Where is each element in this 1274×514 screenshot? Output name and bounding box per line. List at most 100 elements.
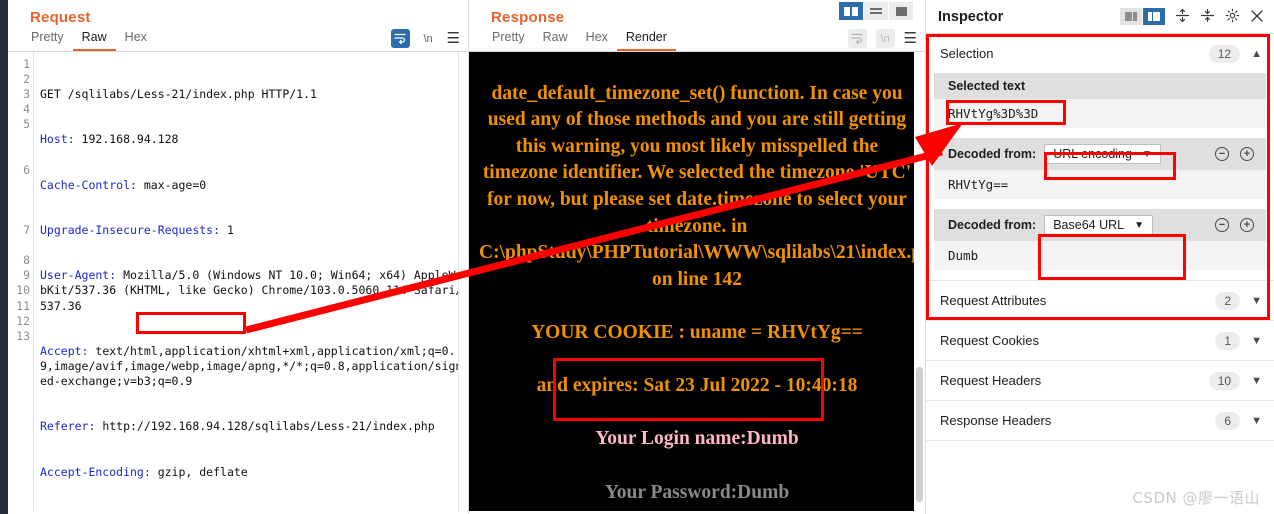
expand-all-icon[interactable] xyxy=(1175,8,1190,25)
chevron-up-icon[interactable]: ▲ xyxy=(1251,48,1262,60)
request-cookies-row[interactable]: Request Cookies 1 ▼ xyxy=(926,321,1274,360)
selected-text-label: Selected text xyxy=(948,79,1026,93)
response-headers-label: Response Headers xyxy=(940,413,1052,428)
request-cookies-label: Request Cookies xyxy=(940,333,1039,348)
inspector-section-selection: Selection 12 ▲ Selected text RHVtYg%3D%3… xyxy=(926,34,1274,281)
add-decoder-icon[interactable]: + xyxy=(1240,147,1254,161)
add-decoder-icon[interactable]: + xyxy=(1240,218,1254,232)
response-render-area[interactable]: date_default_timezone_set() function. In… xyxy=(469,52,925,511)
chevron-down-icon: ▼ xyxy=(1141,148,1152,160)
response-panel: Response Pretty Raw Hex Render \n ☰ date… xyxy=(468,0,925,514)
gutter-numbers: 12345 6 7 8 9 10 11 12 13 xyxy=(16,57,30,343)
remove-decoder-icon[interactable]: − xyxy=(1215,147,1229,161)
chevron-down-icon[interactable]: ▼ xyxy=(1251,295,1262,307)
gear-icon[interactable] xyxy=(1225,8,1240,25)
request-line-6: Accept: text/html,application/xhtml+xml,… xyxy=(40,343,463,388)
burp-suite-window: Request Pretty Raw Hex \n ☰ 12345 6 7 89… xyxy=(0,0,1274,514)
decoder-1-header: Decoded from: URL encoding ▼ − + xyxy=(934,138,1266,170)
response-tab-hex[interactable]: Hex xyxy=(577,27,617,51)
decoder-2-value[interactable]: Dumb xyxy=(934,241,1266,270)
wrap-lines-icon[interactable] xyxy=(847,29,867,48)
close-icon[interactable] xyxy=(1250,9,1264,25)
request-tab-pretty[interactable]: Pretty xyxy=(22,27,73,51)
request-raw-text[interactable]: GET /sqlilabs/Less-21/index.php HTTP/1.1… xyxy=(34,52,468,511)
request-attributes-row[interactable]: Request Attributes 2 ▼ xyxy=(926,281,1274,320)
decoder-1-encoding-value: URL encoding xyxy=(1053,147,1132,161)
single-pane-icon[interactable] xyxy=(889,2,913,20)
chevron-down-icon: ▼ xyxy=(1134,219,1144,231)
decoder-2-header: Decoded from: Base64 URL ▼ − + xyxy=(934,209,1266,241)
left-rail xyxy=(0,0,8,514)
request-scrollbar[interactable] xyxy=(458,52,468,511)
split-vertical-icon[interactable] xyxy=(839,2,863,20)
decoder-2-actions: − + xyxy=(1215,218,1254,232)
inspector-section-request-cookies[interactable]: Request Cookies 1 ▼ xyxy=(926,321,1274,361)
chevron-down-icon[interactable]: ▼ xyxy=(1251,415,1262,427)
inspector-section-request-attributes[interactable]: Request Attributes 2 ▼ xyxy=(926,281,1274,321)
request-attributes-count: 2 xyxy=(1215,291,1241,310)
watermark: CSDN @廖一语山 xyxy=(1132,489,1260,507)
login-name-text: Your Login name:Dumb xyxy=(595,428,799,450)
request-headers-count: 10 xyxy=(1208,371,1241,390)
inspector-header: Inspector xyxy=(926,0,1274,34)
newline-icon[interactable]: \n xyxy=(419,29,438,48)
response-layout-icons xyxy=(839,2,913,20)
request-line-7: Referer: http://192.168.94.128/sqlilabs/… xyxy=(40,419,435,434)
layout-right-icon[interactable] xyxy=(1143,8,1165,25)
selection-count-badge: 12 xyxy=(1208,44,1241,63)
request-attributes-label: Request Attributes xyxy=(940,293,1047,308)
request-headers-row[interactable]: Request Headers 10 ▼ xyxy=(926,361,1274,400)
request-tab-icons: \n ☰ xyxy=(390,29,460,48)
decoder-1-actions: − + xyxy=(1215,147,1254,161)
decoder-2-encoding-select[interactable]: Base64 URL ▼ xyxy=(1044,215,1153,235)
request-line-8: Accept-Encoding: gzip, deflate xyxy=(40,464,248,479)
rendered-page-content: date_default_timezone_set() function. In… xyxy=(479,52,925,511)
php-warning-text: date_default_timezone_set() function. In… xyxy=(479,82,925,290)
hamburger-menu-icon[interactable]: ☰ xyxy=(447,31,460,46)
request-code-area[interactable]: 12345 6 7 8 9 10 11 12 13 GET /sqlilabs/Less-… xyxy=(8,52,468,511)
decoder-1-encoding-select[interactable]: URL encoding ▼ xyxy=(1044,144,1161,164)
decoded-from-label: Decoded from: xyxy=(948,218,1037,232)
request-line-gutter: 12345 6 7 8 9 10 11 12 13 xyxy=(8,52,34,511)
request-cookies-count: 1 xyxy=(1215,331,1241,350)
inspector-title: Inspector xyxy=(938,8,1004,25)
request-tab-raw[interactable]: Raw xyxy=(72,27,116,51)
request-line-1: GET /sqlilabs/Less-21/index.php HTTP/1.1 xyxy=(40,87,317,102)
request-line-2: Host: 192.168.94.128 xyxy=(40,132,179,147)
wrap-lines-icon[interactable] xyxy=(390,29,410,48)
hamburger-menu-icon[interactable]: ☰ xyxy=(904,31,917,46)
request-tab-hex[interactable]: Hex xyxy=(116,27,156,51)
collapse-all-icon[interactable] xyxy=(1200,8,1215,25)
layout-left-icon[interactable] xyxy=(1120,8,1142,25)
response-scrollbar-thumb[interactable] xyxy=(916,367,923,502)
decoded-from-label: Decoded from: xyxy=(948,147,1037,161)
split-horizontal-icon[interactable] xyxy=(864,2,888,20)
chevron-down-icon[interactable]: ▼ xyxy=(1251,375,1262,387)
selection-header-row[interactable]: Selection 12 ▲ xyxy=(926,34,1274,73)
chevron-down-icon[interactable]: ▼ xyxy=(1251,335,1262,347)
cookie-info-line: YOUR COOKIE : uname = RHVtYg== xyxy=(531,321,863,343)
selection-label: Selection xyxy=(940,46,994,61)
password-text: Your Password:Dumb xyxy=(604,481,790,503)
request-panel-title: Request xyxy=(30,9,91,26)
response-tab-pretty[interactable]: Pretty xyxy=(483,27,534,51)
request-tabbar: Pretty Raw Hex \n ☰ xyxy=(8,26,468,52)
response-tab-raw[interactable]: Raw xyxy=(534,27,577,51)
request-line-9: Accept-Language: en-US,en;q=0.9 xyxy=(40,510,464,511)
inspector-section-response-headers[interactable]: Response Headers 6 ▼ xyxy=(926,401,1274,441)
inspector-header-icons xyxy=(1120,8,1264,25)
request-panel: Request Pretty Raw Hex \n ☰ 12345 6 7 89… xyxy=(8,0,468,514)
selected-text-header: Selected text xyxy=(934,73,1266,99)
response-tab-icons: \n ☰ xyxy=(847,29,917,48)
newline-icon[interactable]: \n xyxy=(875,29,895,48)
request-headers-label: Request Headers xyxy=(940,373,1042,388)
decoder-1-value[interactable]: RHVtYg== xyxy=(934,170,1266,199)
remove-decoder-icon[interactable]: − xyxy=(1215,218,1229,232)
inspector-section-request-headers[interactable]: Request Headers 10 ▼ xyxy=(926,361,1274,401)
response-headers-row[interactable]: Response Headers 6 ▼ xyxy=(926,401,1274,440)
response-tab-render[interactable]: Render xyxy=(616,27,676,51)
request-line-3: Cache-Control: max-age=0 xyxy=(40,177,207,192)
cookie-expires-line: and expires: Sat 23 Jul 2022 - 10:40:18 xyxy=(536,375,858,397)
response-headers-count: 6 xyxy=(1215,411,1241,430)
selected-text-value[interactable]: RHVtYg%3D%3D xyxy=(934,99,1266,128)
